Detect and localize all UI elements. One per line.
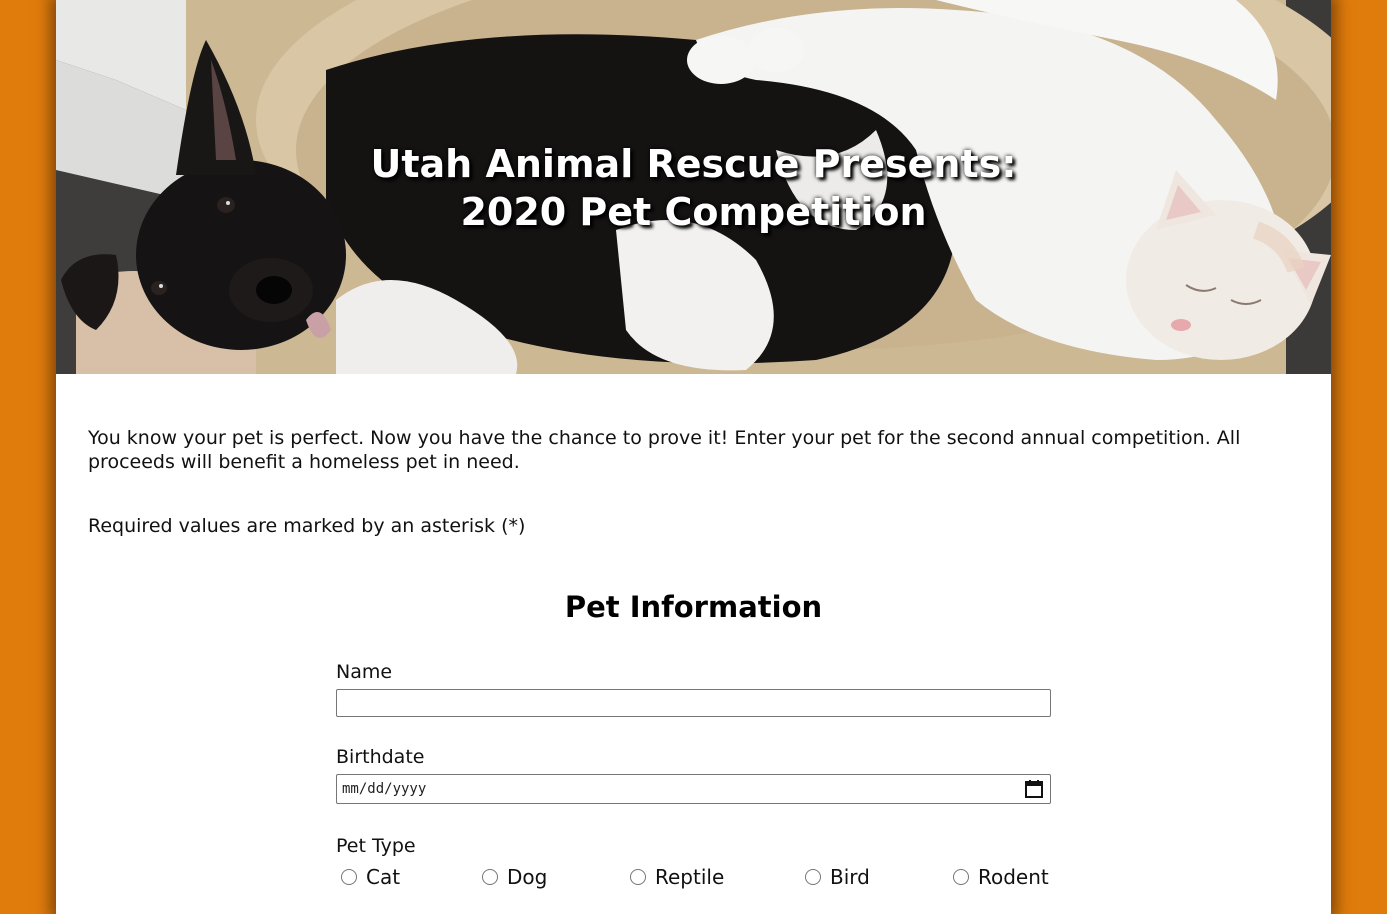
- radio-button-cat[interactable]: [341, 869, 357, 885]
- radio-option-rodent[interactable]: Rodent: [948, 863, 1049, 891]
- name-input[interactable]: [336, 689, 1051, 717]
- page-title: Utah Animal Rescue Presents: 2020 Pet Co…: [56, 140, 1331, 236]
- birthdate-input[interactable]: mm/dd/yyyy: [336, 774, 1051, 804]
- page-title-line2: 2020 Pet Competition: [460, 190, 927, 234]
- required-note: Required values are marked by an asteris…: [88, 515, 526, 537]
- radio-button-reptile[interactable]: [630, 869, 646, 885]
- name-field-group: Name: [336, 660, 1051, 717]
- radio-option-dog[interactable]: Dog: [477, 863, 547, 891]
- pet-type-radio-group: Cat Dog Reptile Bird Rodent: [336, 863, 1051, 893]
- radio-label-dog[interactable]: Dog: [507, 865, 547, 889]
- radio-button-rodent[interactable]: [953, 869, 969, 885]
- radio-option-bird[interactable]: Bird: [800, 863, 870, 891]
- page-title-line1: Utah Animal Rescue Presents:: [370, 142, 1017, 186]
- page-card: Utah Animal Rescue Presents: 2020 Pet Co…: [56, 0, 1331, 914]
- section-title: Pet Information: [564, 590, 823, 624]
- pet-type-label: Pet Type: [336, 835, 416, 857]
- hero-banner: Utah Animal Rescue Presents: 2020 Pet Co…: [56, 0, 1331, 374]
- birthdate-placeholder: mm/dd/yyyy: [342, 781, 427, 797]
- birthdate-field-group: Birthdate mm/dd/yyyy: [336, 745, 1051, 804]
- pet-type-field-group: Pet Type Cat Dog Reptile Bird Rodent: [336, 834, 1051, 893]
- radio-option-cat[interactable]: Cat: [336, 863, 400, 891]
- radio-label-reptile[interactable]: Reptile: [655, 865, 724, 889]
- radio-label-bird[interactable]: Bird: [830, 865, 870, 889]
- radio-label-cat[interactable]: Cat: [366, 865, 400, 889]
- birthdate-label: Birthdate: [336, 746, 425, 768]
- name-label: Name: [336, 661, 393, 683]
- radio-option-reptile[interactable]: Reptile: [625, 863, 724, 891]
- radio-button-bird[interactable]: [805, 869, 821, 885]
- radio-button-dog[interactable]: [482, 869, 498, 885]
- calendar-icon[interactable]: [1024, 779, 1044, 799]
- radio-label-rodent[interactable]: Rodent: [978, 865, 1049, 889]
- intro-paragraph: You know your pet is perfect. Now you ha…: [88, 427, 1241, 473]
